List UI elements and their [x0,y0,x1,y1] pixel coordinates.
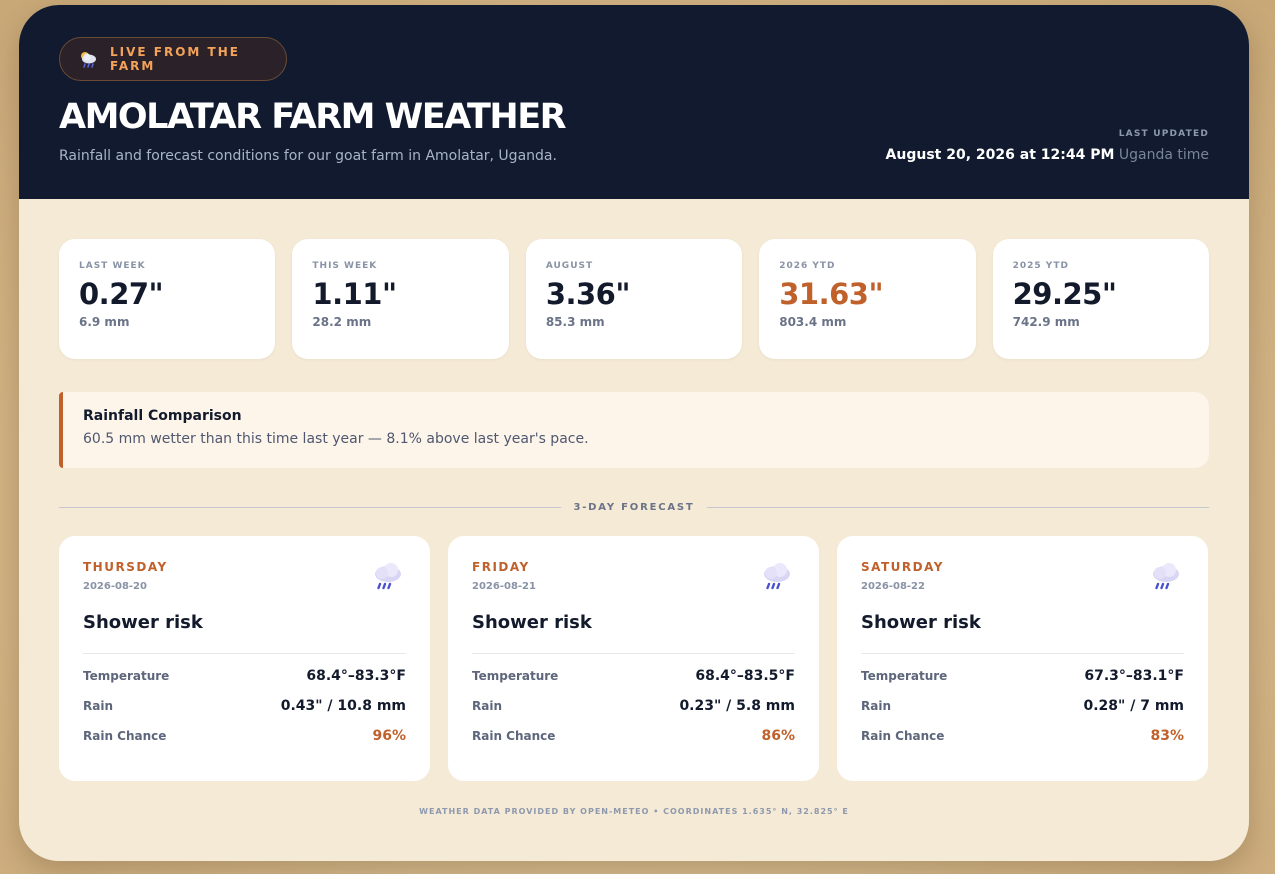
last-updated-timezone: Uganda time [1118,147,1209,163]
forecast-condition: Shower risk [83,612,406,654]
stat-mm: 6.9 mm [79,315,130,329]
rain-chance-row: Rain Chance 83% [861,728,1184,744]
stat-mm: 85.3 mm [545,315,605,329]
last-updated-label: LAST UPDATED [1118,129,1209,139]
forecast-card-thursday: THURSDAY 2026-08-20 Shower risk Temperat… [59,536,430,781]
badge-label: LIVE FROM THE FARM [110,45,240,73]
last-updated-value: August 20, 2026 at 12:44 PM Uganda time [886,147,1209,163]
cloud-sun-rain-icon [78,49,98,69]
temperature-label: Temperature [83,669,170,683]
last-updated-date: August 20, 2026 at 12:44 PM [885,147,1115,163]
rain-row: Rain 0.43" / 10.8 mm [83,698,406,714]
rain-chance-value: 86% [761,728,795,744]
stat-label: THIS WEEK [312,261,378,271]
stat-value: 3.36" [545,277,631,311]
temperature-value: 68.4°–83.3°F [306,668,406,684]
rain-chance-label: Rain Chance [83,729,167,743]
stat-label: AUGUST [545,261,594,271]
temperature-label: Temperature [472,669,559,683]
stat-value: 1.11" [312,277,397,311]
stat-label: LAST WEEK [79,261,146,271]
stat-value: 0.27" [79,277,164,311]
rain-chance-row: Rain Chance 96% [83,728,406,744]
stat-value: 29.25" [1012,277,1117,311]
stat-mm: 742.9 mm [1012,315,1080,329]
rain-row: Rain 0.28" / 7 mm [861,698,1184,714]
rain-chance-label: Rain Chance [861,729,945,743]
live-badge: LIVE FROM THE FARM [59,37,287,81]
rain-cloud-icon [1148,560,1182,594]
rain-cloud-icon [370,560,404,594]
forecast-date: 2026-08-20 [83,581,147,592]
stat-card-2025-ytd: 2025 YTD 29.25" 742.9 mm [992,239,1210,359]
temperature-row: Temperature 68.4°–83.5°F [472,668,795,684]
forecast-divider: 3-DAY FORECAST [59,500,1209,514]
page-title: AMOLATAR FARM WEATHER [59,97,567,137]
rain-chance-label: Rain Chance [472,729,556,743]
rain-chance-row: Rain Chance 86% [472,728,795,744]
forecast-list: THURSDAY 2026-08-20 Shower risk Temperat… [59,536,1209,781]
comparison-text: 60.5 mm wetter than this time last year … [83,431,589,447]
forecast-condition: Shower risk [861,612,1184,654]
rain-value: 0.43" / 10.8 mm [280,698,406,714]
stat-label: 2025 YTD [1012,261,1069,271]
weather-card: LIVE FROM THE FARM AMOLATAR FARM WEATHER… [19,5,1249,861]
rainfall-stats: LAST WEEK 0.27" 6.9 mm THIS WEEK 1.11" 2… [59,239,1210,359]
temperature-value: 67.3°–83.1°F [1084,668,1184,684]
forecast-card-saturday: SATURDAY 2026-08-22 Shower risk Temperat… [837,536,1208,781]
forecast-date: 2026-08-21 [472,581,536,592]
forecast-day: SATURDAY [861,560,944,574]
stat-card-last-week: LAST WEEK 0.27" 6.9 mm [59,239,276,359]
rain-label: Rain [472,699,502,713]
header: LIVE FROM THE FARM AMOLATAR FARM WEATHER… [19,5,1249,199]
forecast-day: THURSDAY [83,560,168,574]
forecast-condition: Shower risk [472,612,795,654]
temperature-row: Temperature 67.3°–83.1°F [861,668,1184,684]
forecast-heading: 3-DAY FORECAST [573,501,695,513]
rain-cloud-icon [759,560,793,594]
forecast-day: FRIDAY [472,560,530,574]
rainfall-comparison: Rainfall Comparison 60.5 mm wetter than … [59,392,1209,468]
stat-mm: 28.2 mm [312,315,372,329]
temperature-label: Temperature [861,669,948,683]
stat-card-month: AUGUST 3.36" 85.3 mm [525,239,743,359]
data-attribution: WEATHER DATA PROVIDED BY OPEN-METEO • CO… [419,807,849,816]
rain-value: 0.28" / 7 mm [1083,698,1185,714]
temperature-row: Temperature 68.4°–83.3°F [83,668,406,684]
rain-chance-value: 96% [372,728,406,744]
last-updated: LAST UPDATED August 20, 2026 at 12:44 PM… [886,129,1209,163]
divider-line [59,506,562,508]
rain-value: 0.23" / 5.8 mm [679,698,795,714]
page-subtitle: Rainfall and forecast conditions for our… [59,148,557,164]
temperature-value: 68.4°–83.5°F [695,668,795,684]
rain-label: Rain [83,699,113,713]
divider-line [706,506,1209,508]
stat-value: 31.63" [779,277,884,311]
rain-label: Rain [861,699,891,713]
stat-card-2026-ytd: 2026 YTD 31.63" 803.4 mm [759,239,976,359]
stat-card-this-week: THIS WEEK 1.11" 28.2 mm [292,239,509,359]
forecast-date: 2026-08-22 [861,581,925,592]
rain-chance-value: 83% [1150,728,1184,744]
comparison-title: Rainfall Comparison [83,408,242,424]
rain-row: Rain 0.23" / 5.8 mm [472,698,795,714]
stat-label: 2026 YTD [779,261,836,271]
stat-mm: 803.4 mm [779,315,847,329]
forecast-card-friday: FRIDAY 2026-08-21 Shower risk Temperatur… [448,536,819,781]
